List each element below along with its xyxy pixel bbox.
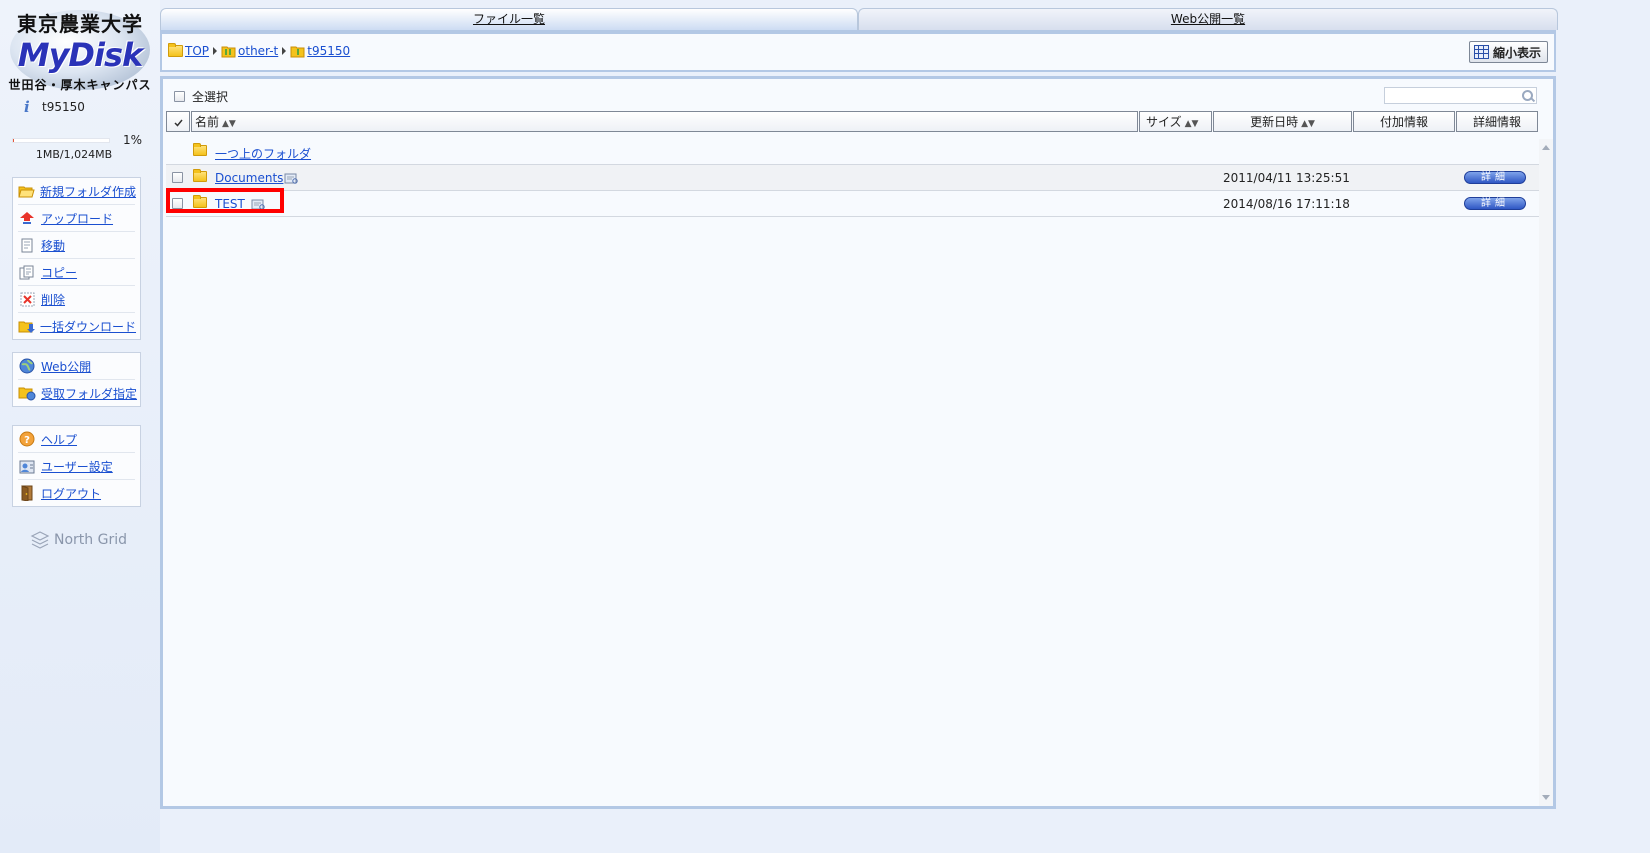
menu-help[interactable]: ? ヘルプ [18,426,135,453]
header-check-column[interactable] [166,111,190,132]
select-all[interactable]: 全選択 [174,88,228,105]
menu-web-publish[interactable]: Web公開 [18,353,135,380]
table-row-parent-folder[interactable]: 一つ上のフォルダ [166,139,1541,165]
updated-date: 2011/04/11 13:25:51 [1223,171,1350,185]
info-icon: i [24,98,30,116]
quota-percent: 1% [122,133,142,147]
table-header: 名前 ▲▼ サイズ ▲▼ 更新日時 ▲▼ 付加情報 詳細情報 [166,111,1541,133]
menu-copy[interactable]: コピー [18,259,135,286]
north-grid-label: North Grid [54,532,127,548]
parent-folder-link[interactable]: 一つ上のフォルダ [215,145,311,162]
move-icon [18,237,36,253]
sort-arrows-icon[interactable]: ▲▼ [1301,119,1315,129]
detail-button[interactable]: 詳細 [1464,171,1526,184]
menu-user-settings[interactable]: ユーザー設定 [18,453,135,480]
table-row[interactable]: TEST 2014/08/16 17:11:18 詳細 [166,191,1541,217]
account-menu: ? ヘルプ ユーザー設定 ログアウト [12,425,141,507]
table-row[interactable]: Documents 2011/04/11 13:25:51 詳細 [166,165,1541,191]
quota-size: 1MB/1,024MB [35,148,113,161]
header-extra-info: 付加情報 [1353,111,1455,132]
user-folder-icon [290,45,305,58]
receive-folder-icon [18,385,36,401]
copy-icon [18,264,36,280]
breadcrumb-other-t[interactable]: other-t [238,44,278,58]
menu-logout[interactable]: ログアウト [18,480,135,506]
web-menu: Web公開 受取フォルダ指定 [12,352,141,407]
menu-delete[interactable]: 削除 [18,286,135,313]
search-icon [1522,90,1533,101]
north-grid-icon [30,531,50,549]
menu-move[interactable]: 移動 [18,232,135,259]
shared-folder-icon [221,45,236,58]
row-checkbox[interactable] [172,172,183,183]
mydisk-logo: 東京農業大学 MyDisk 世田谷・厚木キャンパス [4,6,156,92]
highlight-box [166,188,284,213]
sidebar: 東京農業大学 MyDisk 世田谷・厚木キャンパス i t95150 1% 1M… [0,0,160,853]
select-all-label: 全選択 [192,90,229,104]
breadcrumb-t95150[interactable]: t95150 [307,44,350,58]
menu-new-folder[interactable]: 新規フォルダ作成 [18,178,136,205]
user-settings-icon [18,458,36,474]
menu-upload[interactable]: アップロード [18,205,135,232]
tab-file-list[interactable]: ファイル一覧 [160,8,858,30]
new-folder-icon [18,183,35,199]
sort-arrows-icon[interactable]: ▲▼ [222,119,236,129]
file-operations-menu: 新規フォルダ作成 アップロード 移動 コピー 削除 一括ダウンロード [12,177,141,340]
logo-campus: 世田谷・厚木キャンパス [8,78,152,92]
scroll-up-icon[interactable] [1542,145,1550,150]
user-name: t95150 [42,100,85,114]
search-input[interactable] [1384,87,1537,104]
checkmark-icon [173,119,183,127]
user-info: i t95150 [24,98,85,116]
view-tabs: ファイル一覧 Web公開一覧 [160,8,1559,30]
preview-icon[interactable] [284,173,298,184]
detail-button[interactable]: 詳細 [1464,197,1526,210]
thumbnail-view-button[interactable]: 縮小表示 [1468,41,1548,63]
sort-arrows-icon[interactable]: ▲▼ [1185,119,1199,129]
globe-icon [18,358,36,374]
folder-icon [193,169,207,182]
header-size[interactable]: サイズ ▲▼ [1139,111,1212,132]
help-icon: ? [18,431,36,447]
updated-date: 2014/08/16 17:11:18 [1223,197,1350,211]
tab-web-publish-list[interactable]: Web公開一覧 [858,8,1558,30]
upload-icon [18,210,36,226]
delete-icon [18,291,36,307]
thumbnail-view-label: 縮小表示 [1492,45,1541,60]
quota-bar-fill [13,139,14,142]
breadcrumb-separator-icon [282,47,287,55]
file-list-panel: 全選択 名前 ▲▼ サイズ ▲▼ 更新日時 ▲▼ 付加情報 詳細情報 一つ上のフォルダ… [160,76,1556,809]
path-bar: TOP other-t t95150 縮小表示 [160,30,1556,72]
bulk-download-icon [18,318,35,334]
folder-icon [168,43,183,57]
select-all-checkbox[interactable] [174,91,185,102]
menu-receive-folder[interactable]: 受取フォルダ指定 [18,380,137,406]
header-name[interactable]: 名前 ▲▼ [191,111,1138,132]
logo-university: 東京農業大学 [17,12,143,36]
breadcrumb: TOP other-t t95150 [168,43,350,58]
quota-bar [12,138,110,143]
scroll-down-icon[interactable] [1542,795,1550,800]
svg-text:?: ? [24,435,30,446]
header-updated[interactable]: 更新日時 ▲▼ [1213,111,1352,132]
logo-title: MyDisk [17,36,144,74]
vertical-scrollbar[interactable] [1539,139,1553,806]
grid-icon [1473,45,1489,59]
breadcrumb-separator-icon [213,47,218,55]
logout-icon [18,485,36,501]
header-detail-info: 詳細情報 [1456,111,1538,132]
file-name-link[interactable]: Documents [215,171,283,185]
folder-icon [193,143,207,156]
north-grid-brand: North Grid [30,530,127,550]
breadcrumb-top[interactable]: TOP [185,44,209,58]
menu-bulk-download[interactable]: 一括ダウンロード [18,313,136,339]
